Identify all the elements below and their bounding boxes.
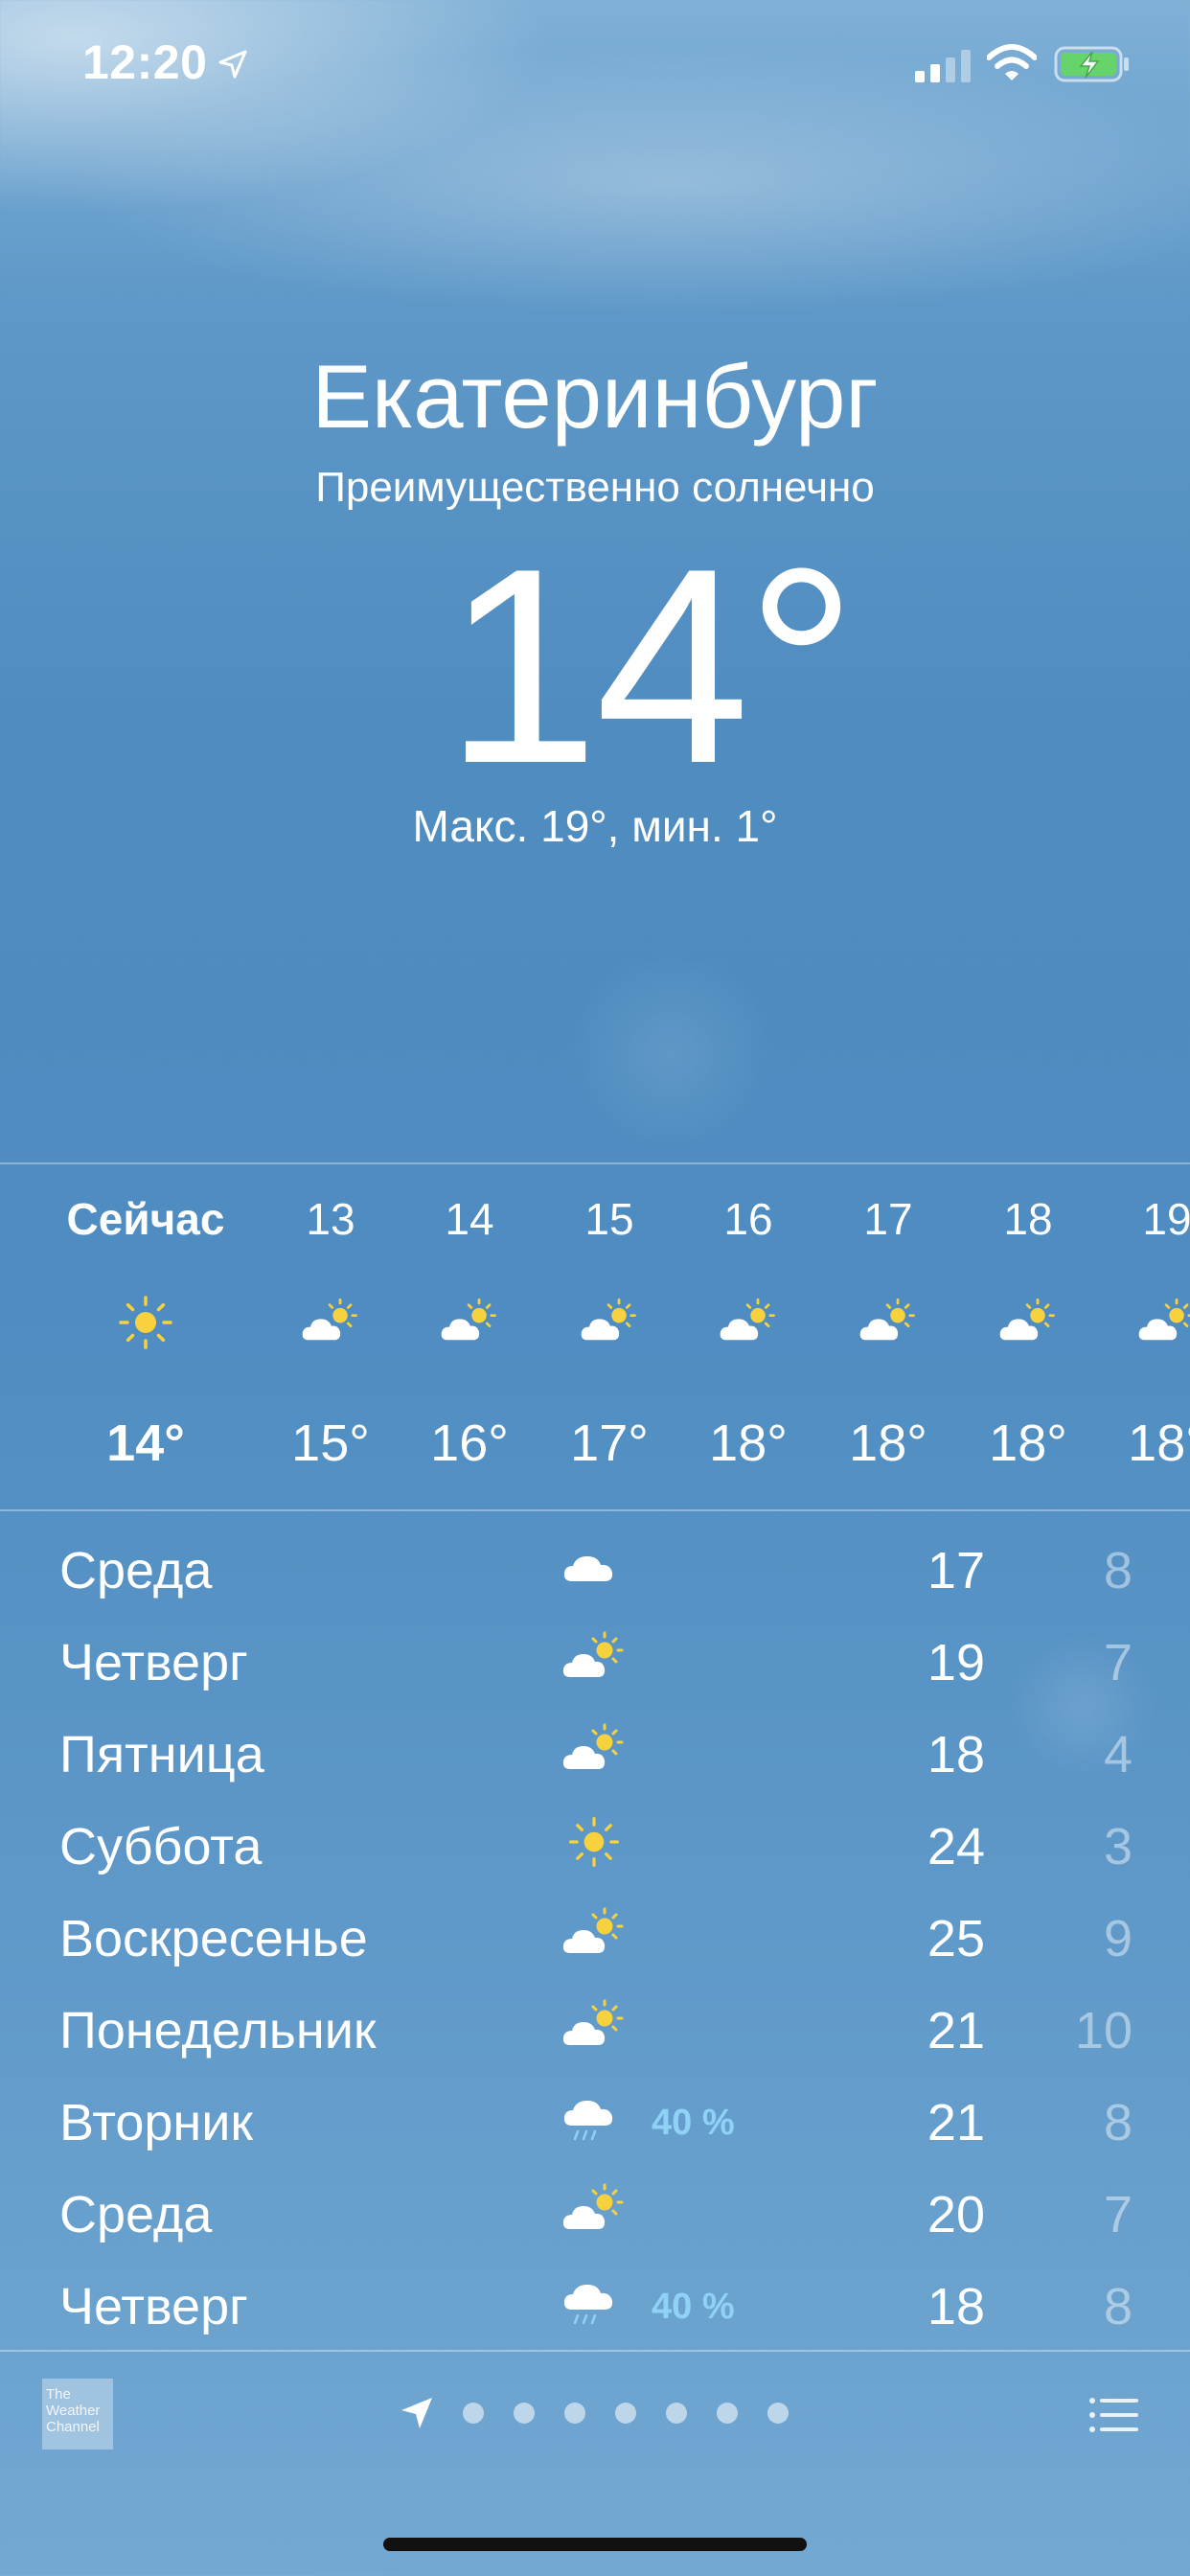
- hour-label: 15: [584, 1194, 634, 1244]
- hour-temperature: 17°: [570, 1414, 649, 1472]
- partly-cloudy-icon: [300, 1292, 361, 1353]
- day-name: Воскресенье: [59, 1910, 368, 1967]
- home-indicator[interactable]: [383, 2538, 807, 2551]
- day-high-temperature: 18: [927, 1726, 985, 1783]
- partly-cloudy-icon: [561, 1629, 628, 1687]
- hour-label: 16: [723, 1194, 773, 1244]
- hour-label: 19: [1142, 1194, 1190, 1244]
- cloud-icon: [561, 1537, 628, 1595]
- hour-temperature: 14°: [106, 1414, 185, 1472]
- partly-cloudy-icon: [439, 1292, 500, 1353]
- partly-cloudy-icon: [561, 2181, 628, 2239]
- day-high-temperature: 17: [927, 1542, 985, 1599]
- day-low-temperature: 3: [1103, 1818, 1133, 1875]
- current-location-icon[interactable]: [398, 2394, 436, 2432]
- hour-label: 13: [306, 1194, 355, 1244]
- daily-row: Вторник 40 % 21 8: [0, 2074, 1190, 2166]
- day-name: Понедельник: [59, 2002, 377, 2059]
- daily-row: Суббота 24 3: [0, 1798, 1190, 1890]
- location-services-icon: [218, 50, 247, 79]
- hour-label: Сейчас: [66, 1194, 225, 1244]
- partly-cloudy-icon: [997, 1292, 1059, 1353]
- city-list-icon[interactable]: [1088, 2396, 1140, 2434]
- day-name: Вторник: [59, 2094, 254, 2151]
- day-low-temperature: 4: [1103, 1726, 1133, 1783]
- hour-temperature: 16°: [430, 1414, 509, 1472]
- day-name: Пятница: [59, 1726, 264, 1783]
- day-name: Среда: [59, 2186, 213, 2243]
- daily-row: Четверг 19 7: [0, 1614, 1190, 1706]
- divider: [0, 2350, 1190, 2352]
- day-high-temperature: 21: [927, 2002, 985, 2059]
- day-low-temperature: 9: [1103, 1910, 1133, 1967]
- high-low-temperature: Макс. 19°, мин. 1°: [412, 801, 778, 851]
- day-name: Четверг: [59, 1634, 248, 1691]
- day-name: Суббота: [59, 1818, 263, 1875]
- hour-label: 14: [445, 1194, 494, 1244]
- day-name: Четверг: [59, 2278, 248, 2335]
- daily-row: Пятница 18 4: [0, 1706, 1190, 1798]
- weather-channel-logo[interactable]: The Weather Channel: [42, 2379, 113, 2450]
- page-dot[interactable]: [615, 2403, 636, 2424]
- hour-temperature: 18°: [849, 1414, 927, 1472]
- page-dot[interactable]: [514, 2403, 535, 2424]
- partly-cloudy-icon: [561, 1721, 628, 1779]
- daily-row: Четверг 40 % 18 8: [0, 2258, 1190, 2350]
- day-high-temperature: 21: [927, 2094, 985, 2151]
- page-dot[interactable]: [767, 2403, 789, 2424]
- battery-charging-icon: [1054, 46, 1129, 82]
- partly-cloudy-icon: [1136, 1292, 1190, 1353]
- precipitation-chance: 40 %: [652, 2103, 735, 2143]
- day-high-temperature: 24: [927, 1818, 985, 1875]
- page-dot[interactable]: [717, 2403, 738, 2424]
- day-name: Среда: [59, 1542, 213, 1599]
- day-low-temperature: 10: [1074, 2002, 1133, 2059]
- day-low-temperature: 8: [1103, 2094, 1133, 2151]
- hour-label: 18: [1003, 1194, 1053, 1244]
- wifi-icon: [987, 44, 1037, 80]
- sun-icon: [115, 1292, 176, 1353]
- page-dot[interactable]: [666, 2403, 687, 2424]
- page-dot[interactable]: [463, 2403, 484, 2424]
- hour-label: 17: [863, 1194, 913, 1244]
- hour-temperature: 18°: [1128, 1414, 1190, 1472]
- city-name: Екатеринбург: [311, 346, 879, 447]
- precipitation-chance: 40 %: [652, 2287, 735, 2327]
- day-low-temperature: 7: [1103, 1634, 1133, 1691]
- day-high-temperature: 20: [927, 2186, 985, 2243]
- rain-icon: [561, 2089, 628, 2147]
- status-time: 12:20: [82, 35, 208, 89]
- day-low-temperature: 8: [1103, 1542, 1133, 1599]
- divider: [0, 1509, 1190, 1511]
- day-high-temperature: 19: [927, 1634, 985, 1691]
- day-high-temperature: 18: [927, 2278, 985, 2335]
- current-temperature: 14°: [445, 511, 858, 821]
- hour-temperature: 18°: [709, 1414, 788, 1472]
- day-low-temperature: 7: [1103, 2186, 1133, 2243]
- daily-row: Среда 17 8: [0, 1522, 1190, 1614]
- sun-icon: [561, 1813, 628, 1871]
- cellular-signal-icon: [915, 50, 971, 82]
- partly-cloudy-icon: [561, 1905, 628, 1963]
- daily-row: Понедельник 21 10: [0, 1982, 1190, 2074]
- rain-icon: [561, 2273, 628, 2331]
- partly-cloudy-icon: [858, 1292, 919, 1353]
- hour-temperature: 18°: [989, 1414, 1067, 1472]
- partly-cloudy-icon: [579, 1292, 640, 1353]
- partly-cloudy-icon: [718, 1292, 779, 1353]
- page-dot[interactable]: [564, 2403, 585, 2424]
- daily-row: Воскресенье 25 9: [0, 1890, 1190, 1982]
- weather-condition: Преимущественно солнечно: [315, 464, 875, 511]
- partly-cloudy-icon: [561, 1997, 628, 2055]
- daily-row: Среда 20 7: [0, 2166, 1190, 2258]
- day-low-temperature: 8: [1103, 2278, 1133, 2335]
- day-high-temperature: 25: [927, 1910, 985, 1967]
- hour-temperature: 15°: [291, 1414, 370, 1472]
